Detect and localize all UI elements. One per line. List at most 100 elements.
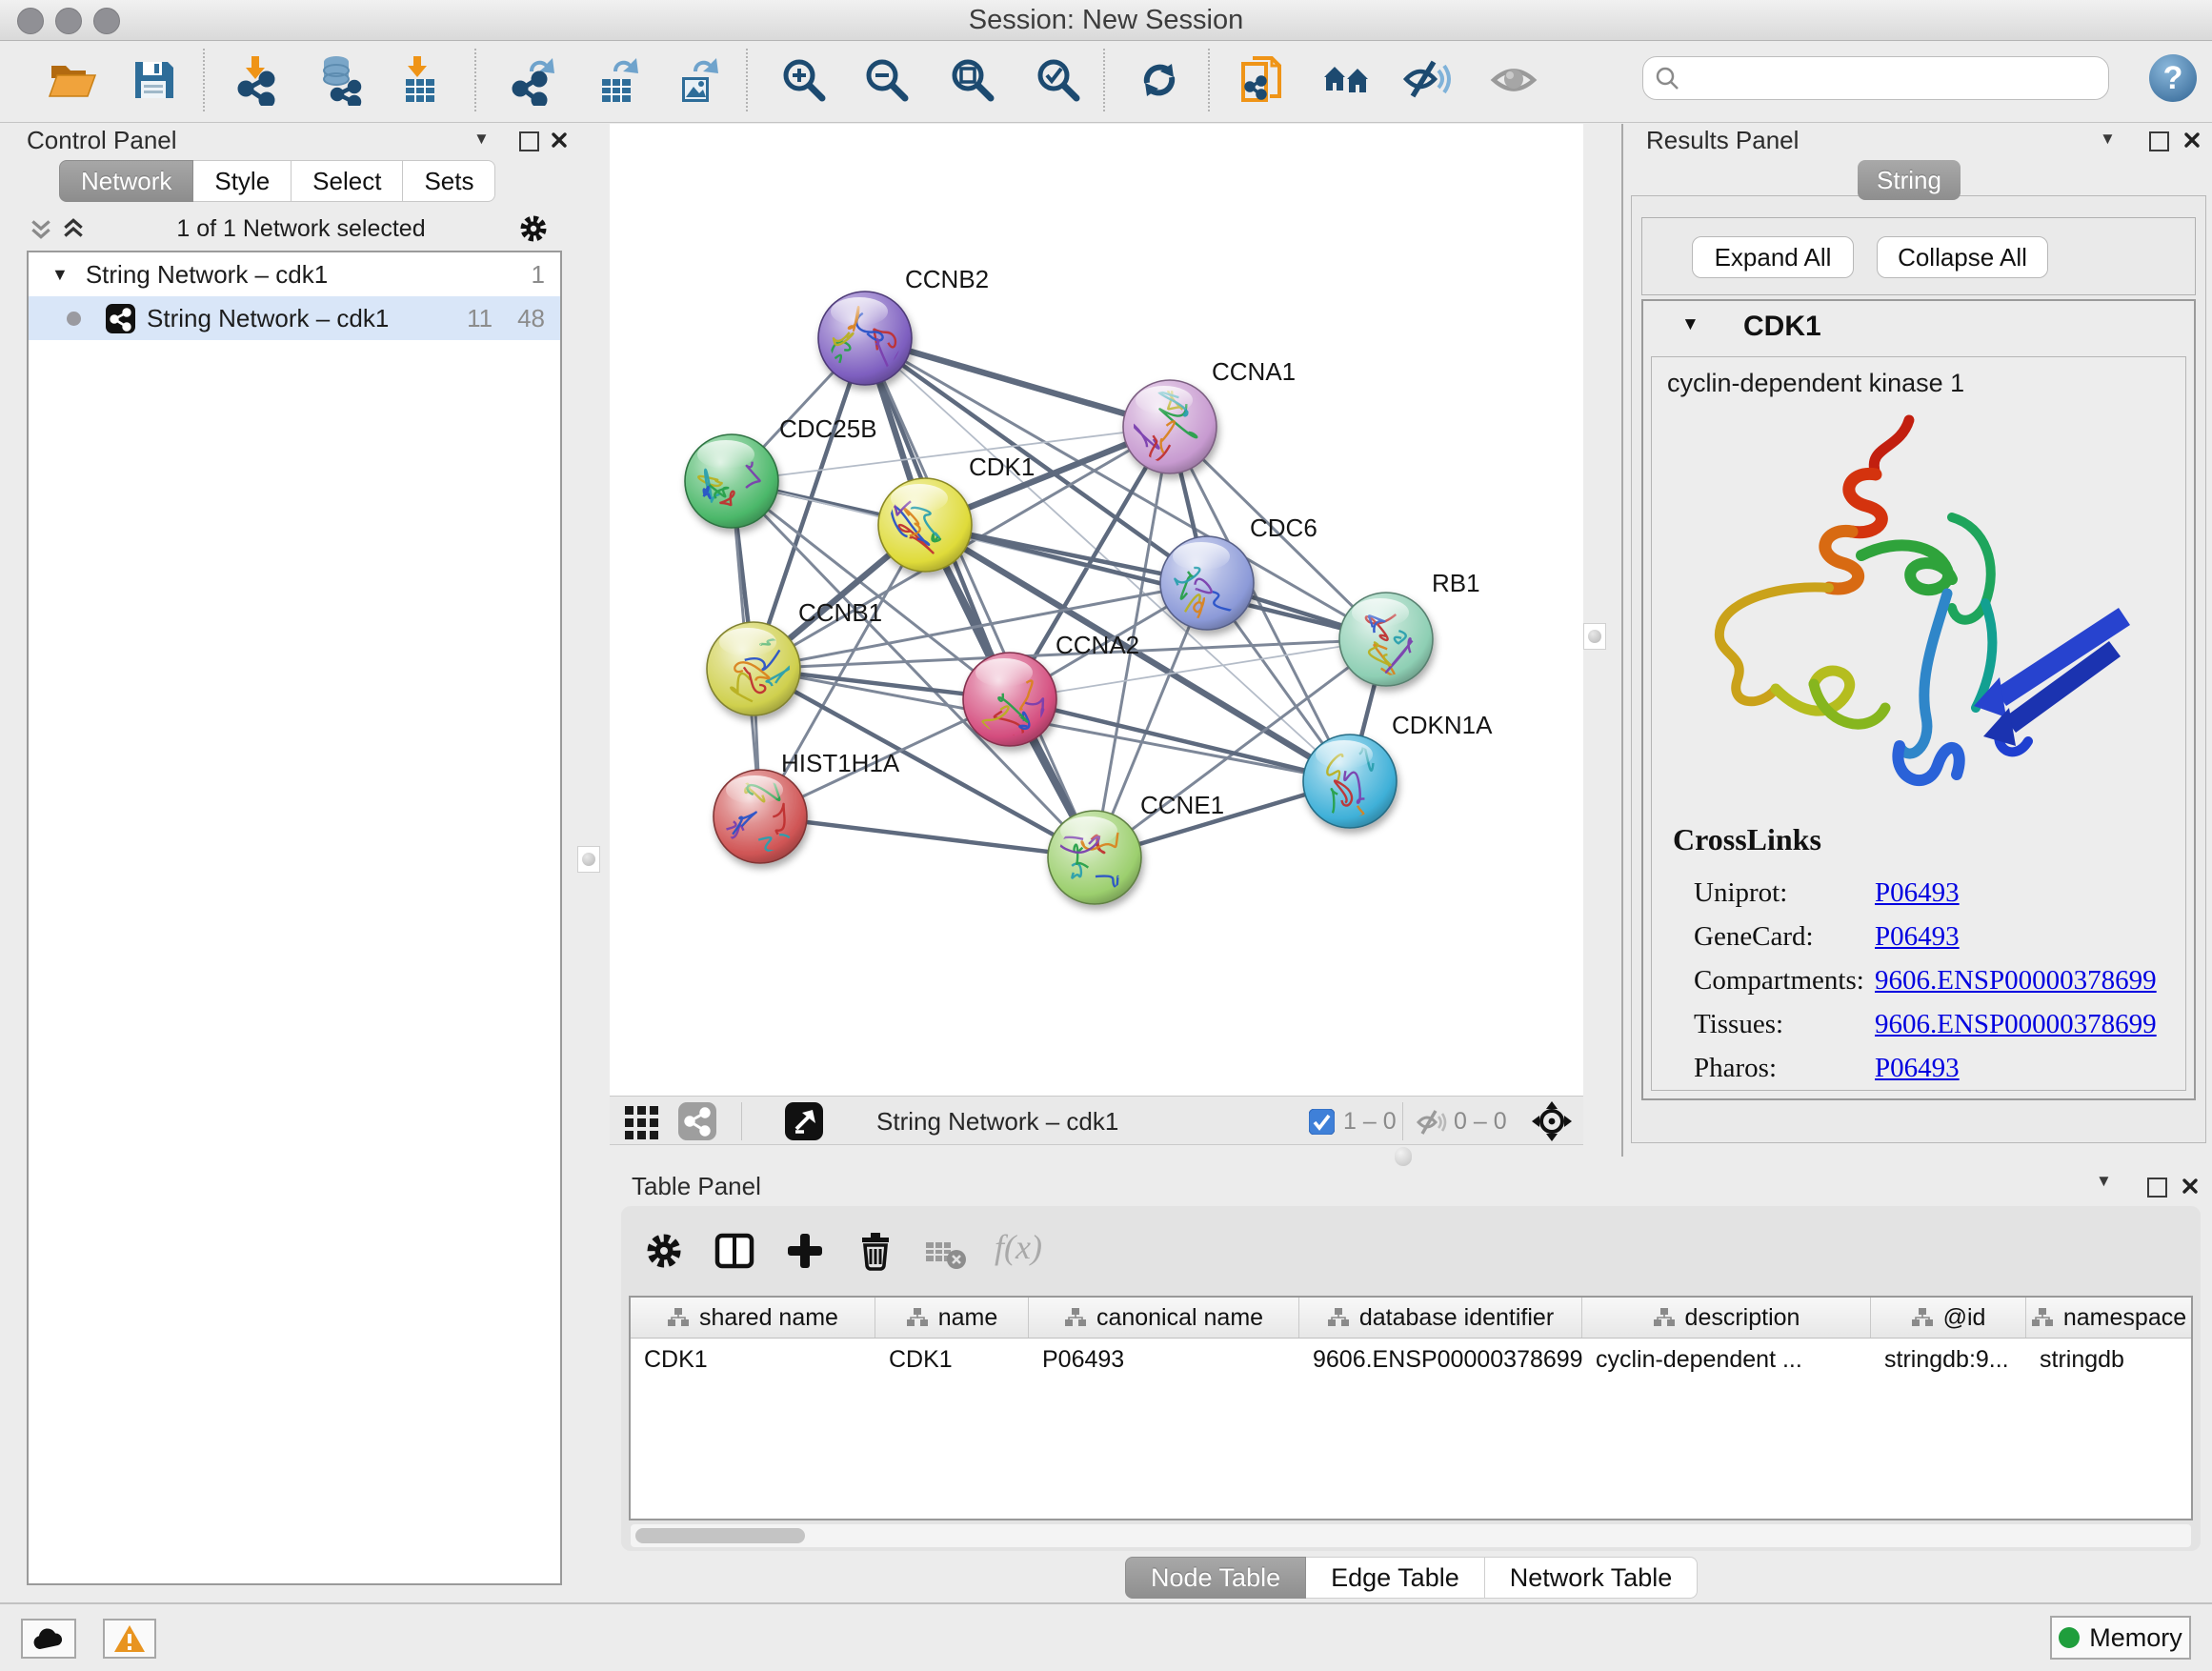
column-header-canonical-name[interactable]: canonical name: [1029, 1298, 1299, 1338]
table-panel-close-icon[interactable]: [2182, 1178, 2199, 1195]
refresh-icon[interactable]: [1134, 54, 1185, 106]
expand-all-button[interactable]: Expand All: [1692, 236, 1854, 278]
create-column-icon[interactable]: [783, 1229, 827, 1273]
network-node[interactable]: CDC25B: [685, 414, 877, 528]
import-network-file-icon[interactable]: [232, 54, 284, 106]
hide-selected-icon[interactable]: [1402, 54, 1454, 106]
column-type-icon: [906, 1307, 929, 1328]
fit-selected-crosshair-icon[interactable]: [1532, 1101, 1572, 1141]
new-network-from-selection-icon[interactable]: [1237, 54, 1289, 106]
cloud-sessions-button[interactable]: [21, 1619, 76, 1659]
expand-all-networks-icon[interactable]: [61, 216, 86, 241]
left-splitter-handle[interactable]: [577, 846, 600, 873]
help-icon[interactable]: ?: [2147, 52, 2199, 104]
export-image-icon[interactable]: [673, 54, 724, 106]
selected-checkbox-icon[interactable]: [1309, 1109, 1335, 1135]
network-options-gear-icon[interactable]: [516, 211, 551, 246]
table-options-gear-icon[interactable]: [642, 1229, 686, 1273]
title-bar: Session: New Session: [0, 0, 2212, 41]
collapse-all-networks-icon[interactable]: [29, 216, 53, 241]
network-node[interactable]: CDK1: [878, 453, 1035, 572]
control-panel-close-icon[interactable]: [551, 131, 568, 149]
tab-node-table[interactable]: Node Table: [1125, 1557, 1306, 1599]
cdk1-entry: ▼ CDK1 cyclin-dependent kinase 1: [1641, 299, 2196, 1100]
network-status-dot: [67, 312, 81, 326]
pharos-link[interactable]: P06493: [1875, 1053, 1960, 1084]
zoom-selected-icon[interactable]: [1033, 54, 1084, 106]
column-header-id[interactable]: @id: [1871, 1298, 2026, 1338]
network-node[interactable]: CCNA1: [1123, 357, 1296, 473]
global-search-field[interactable]: [1642, 56, 2109, 100]
network-node[interactable]: HIST1H1A: [714, 749, 900, 863]
memory-button[interactable]: Memory: [2050, 1616, 2191, 1660]
results-panel-float-icon[interactable]: [2149, 131, 2169, 156]
network-node[interactable]: CDC6: [1160, 513, 1317, 639]
table-horizontal-scrollbar[interactable]: [631, 1524, 2191, 1547]
tab-style[interactable]: Style: [193, 160, 292, 202]
tab-sets[interactable]: Sets: [403, 160, 495, 202]
column-header-description[interactable]: description: [1582, 1298, 1871, 1338]
network-node-label: CCNE1: [1140, 791, 1224, 819]
network-edge[interactable]: [865, 338, 1170, 427]
import-table-file-icon[interactable]: [394, 54, 446, 106]
control-panel-tabs: Network Style Select Sets: [59, 160, 495, 202]
column-header-namespace[interactable]: namespace: [2026, 1298, 2191, 1338]
control-panel: Control Panel ▼ Network Style Select Set…: [10, 124, 573, 1602]
network-node[interactable]: CDKN1A: [1303, 711, 1493, 833]
control-panel-float-icon[interactable]: [519, 131, 539, 156]
export-table-icon[interactable]: [593, 54, 644, 106]
table-panel-menu-icon[interactable]: ▼: [2096, 1172, 2112, 1191]
open-session-icon[interactable]: [47, 54, 98, 106]
scrollbar-thumb[interactable]: [635, 1528, 805, 1543]
table-row[interactable]: CDK1 CDK1 P06493 9606.ENSP00000378699 cy…: [631, 1339, 2191, 1380]
results-panel-menu-icon[interactable]: ▼: [2100, 130, 2116, 149]
column-header-name[interactable]: name: [875, 1298, 1029, 1338]
table-panel-float-icon[interactable]: [2147, 1178, 2167, 1202]
node-gloss-highlight: [1173, 542, 1230, 571]
network-row-selected[interactable]: String Network – cdk1 11 48: [29, 296, 560, 340]
tab-edge-table[interactable]: Edge Table: [1306, 1557, 1485, 1599]
tab-select[interactable]: Select: [292, 160, 403, 202]
open-in-window-icon[interactable]: [785, 1102, 823, 1140]
control-panel-menu-icon[interactable]: ▼: [473, 130, 490, 149]
network-edge[interactable]: [760, 816, 1095, 857]
import-network-database-icon[interactable]: [313, 54, 365, 106]
genecard-link[interactable]: P06493: [1875, 921, 1960, 953]
search-input[interactable]: [1687, 64, 2108, 92]
compartments-link[interactable]: 9606.ENSP00000378699: [1875, 965, 2157, 997]
network-collection-row[interactable]: ▼ String Network – cdk1 1: [29, 252, 560, 296]
export-network-icon[interactable]: [509, 54, 560, 106]
zoom-out-icon[interactable]: [861, 54, 913, 106]
tab-string[interactable]: String: [1858, 160, 1961, 200]
network-node[interactable]: RB1: [1339, 569, 1480, 686]
zoom-fit-icon[interactable]: [947, 54, 998, 106]
birds-eye-view-icon[interactable]: [623, 1102, 661, 1140]
tab-network-table[interactable]: Network Table: [1485, 1557, 1699, 1599]
tab-network[interactable]: Network: [59, 160, 193, 202]
table-header-row: shared name name canonical name database…: [631, 1298, 2191, 1339]
show-columns-icon[interactable]: [713, 1229, 756, 1273]
network-node[interactable]: CCNE1: [1048, 791, 1224, 904]
uniprot-link[interactable]: P06493: [1875, 877, 1960, 909]
collapse-all-button[interactable]: Collapse All: [1877, 236, 2048, 278]
tree-expand-icon[interactable]: ▼: [51, 265, 69, 285]
warnings-button[interactable]: [103, 1619, 156, 1659]
save-session-icon[interactable]: [128, 54, 179, 106]
toolbar-separator: [746, 49, 748, 111]
results-panel-close-icon[interactable]: [2183, 131, 2201, 149]
hidden-eye-slash-icon[interactable]: [1416, 1106, 1448, 1138]
column-header-shared-name[interactable]: shared name: [631, 1298, 875, 1338]
network-canvas[interactable]: CCNB2CCNA1CDC25BCDK1CDC6RB1CCNB1CCNA2CDK…: [610, 124, 1583, 1096]
network-node[interactable]: CCNB1: [707, 598, 882, 715]
network-row-label: String Network – cdk1: [147, 304, 389, 333]
entry-collapse-icon[interactable]: ▼: [1681, 314, 1699, 335]
network-edge[interactable]: [865, 338, 1095, 857]
column-header-database-identifier[interactable]: database identifier: [1299, 1298, 1582, 1338]
zoom-in-icon[interactable]: [778, 54, 830, 106]
first-neighbors-icon[interactable]: [1321, 54, 1373, 106]
delete-columns-icon[interactable]: [854, 1229, 897, 1273]
tissues-link[interactable]: 9606.ENSP00000378699: [1875, 1009, 2157, 1040]
column-type-icon: [2031, 1307, 2054, 1328]
toolbar-separator: [474, 49, 476, 111]
right-splitter-handle[interactable]: [1583, 623, 1606, 650]
